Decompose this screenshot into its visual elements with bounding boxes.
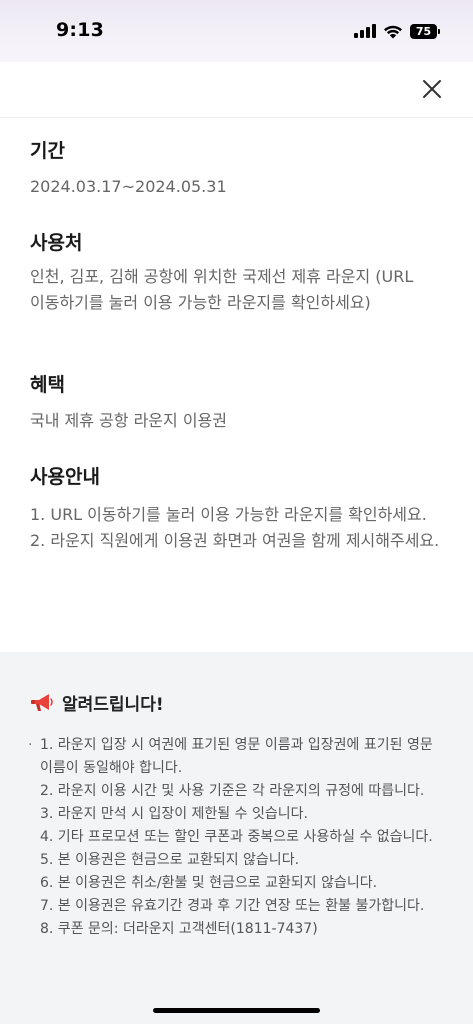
guide-item: 2. 라운지 직원에게 이용권 화면과 여권을 함께 제시해주세요. bbox=[30, 531, 440, 550]
screen: 9:13 75 기간 2024.03.17~2024.05.31 사용처 인천,… bbox=[0, 0, 473, 1024]
notice-list: 1. 라운지 입장 시 여권에 표기된 영문 이름과 입장권에 표기된 영문 이… bbox=[28, 734, 448, 941]
period-title: 기간 bbox=[30, 140, 65, 162]
benefit-value: 국내 제휴 공항 라운지 이용권 bbox=[30, 411, 227, 430]
notice-item: 2. 라운지 이용 시간 및 사용 기준은 각 라운지의 규정에 따릅니다. bbox=[40, 783, 425, 799]
close-icon bbox=[423, 80, 441, 98]
status-icons: 75 bbox=[354, 21, 440, 41]
close-button[interactable] bbox=[417, 74, 447, 104]
place-value: 인천, 김포, 김해 공항에 위치한 국제선 제휴 라운지 (URL 이동하기를… bbox=[30, 267, 414, 312]
megaphone-icon bbox=[31, 693, 53, 711]
notice-item: 4. 기타 프로모션 또는 할인 쿠폰과 중복으로 사용하실 수 없습니다. bbox=[40, 829, 433, 845]
notice-header: 알려드립니다! bbox=[30, 690, 164, 715]
notice-item: 7. 본 이용권은 유효기간 경과 후 기간 연장 또는 환불 불가합니다. bbox=[40, 898, 425, 914]
period-value: 2024.03.17~2024.05.31 bbox=[30, 177, 227, 196]
notice-item: 1. 라운지 입장 시 여권에 표기된 영문 이름과 입장권에 표기된 영문 이… bbox=[28, 734, 448, 780]
notice-item: 6. 본 이용권은 취소/환불 및 현금으로 교환되지 않습니다. bbox=[40, 875, 378, 891]
cellular-signal-icon bbox=[354, 24, 376, 38]
modal-header bbox=[0, 62, 473, 118]
guide-list: 1. URL 이동하기를 눌러 이용 가능한 라운지를 확인하세요. 2. 라운… bbox=[30, 502, 445, 554]
status-bar: 9:13 75 bbox=[0, 0, 473, 62]
guide-item: 1. URL 이동하기를 눌러 이용 가능한 라운지를 확인하세요. bbox=[30, 505, 427, 524]
notice-title: 알려드립니다! bbox=[62, 695, 164, 715]
notice-item: 3. 라운지 만석 시 입장이 제한될 수 잇습니다. bbox=[40, 806, 308, 822]
notice-box: 알려드립니다! 1. 라운지 입장 시 여권에 표기된 영문 이름과 입장권에 … bbox=[0, 652, 473, 1024]
place-title: 사용처 bbox=[30, 232, 83, 254]
guide-title: 사용안내 bbox=[30, 466, 100, 488]
notice-item: 5. 본 이용권은 현금으로 교환되지 않습니다. bbox=[40, 852, 300, 868]
notice-item: 8. 쿠폰 문의: 더라운지 고객센터(1811-7437) bbox=[40, 921, 318, 937]
benefit-title: 혜택 bbox=[30, 374, 65, 396]
battery-icon: 75 bbox=[410, 23, 440, 39]
status-time: 9:13 bbox=[56, 19, 105, 41]
home-indicator[interactable] bbox=[153, 1008, 320, 1013]
wifi-icon bbox=[384, 25, 402, 38]
